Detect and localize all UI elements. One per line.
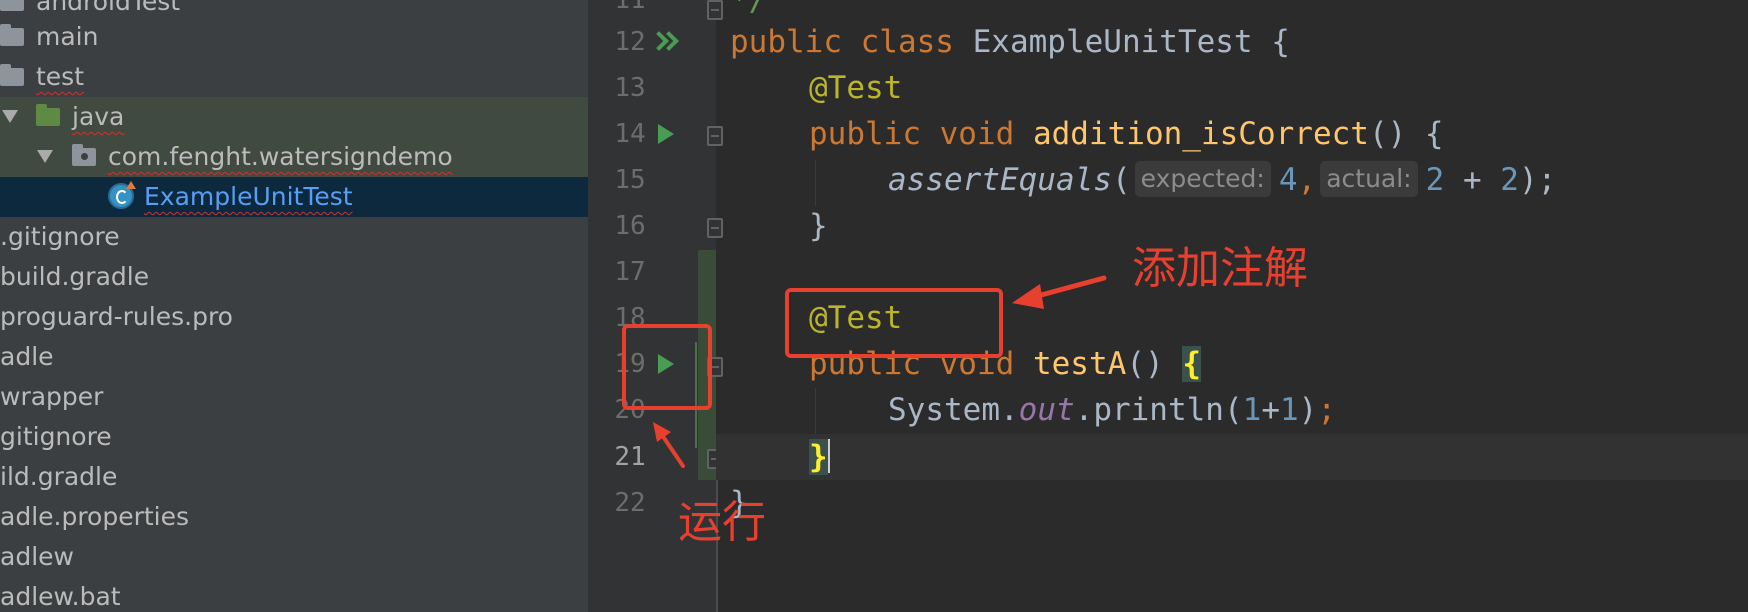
annotation-label-run: 运行 <box>678 497 766 548</box>
annotation-arrows <box>653 275 1107 468</box>
annotation-label-add: 添加注解 <box>1132 243 1308 294</box>
